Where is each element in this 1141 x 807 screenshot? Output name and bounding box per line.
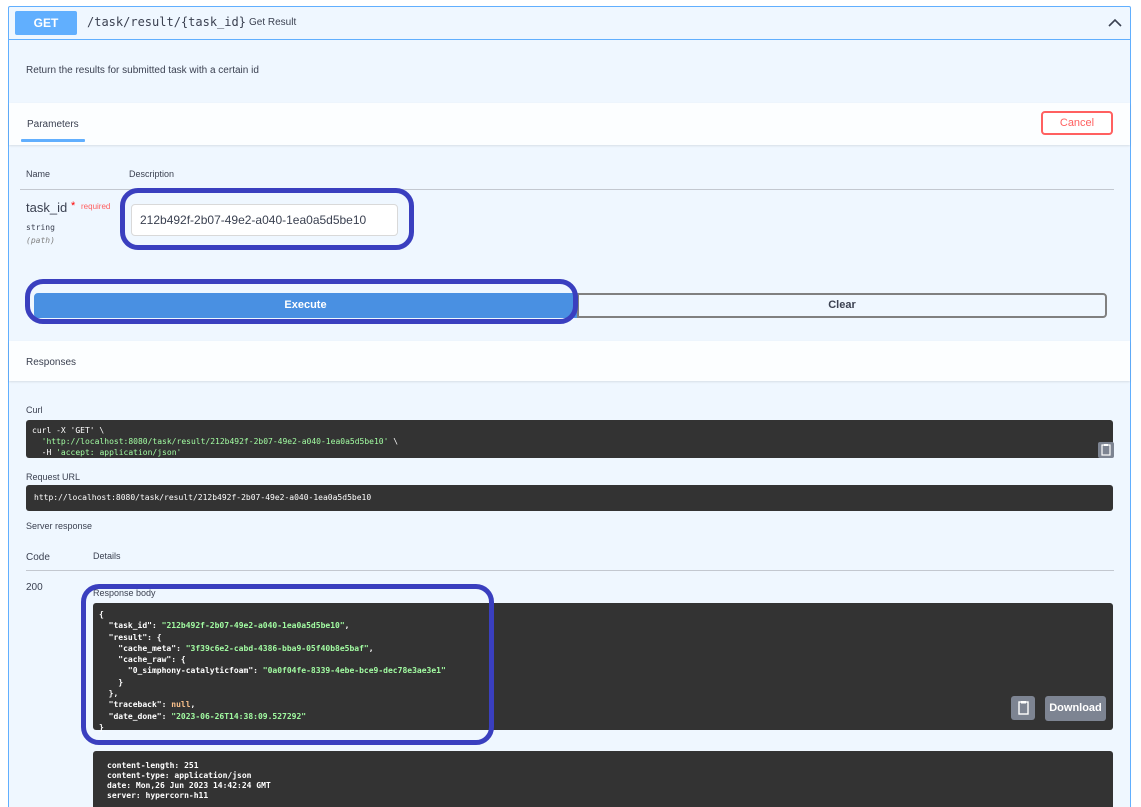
curl-header-token: 'accept: application/json' [56, 448, 182, 457]
body-cache-raw-key: 0_simphony-catalyticfoam [132, 666, 249, 676]
column-header-name: Name [26, 169, 51, 179]
execute-button[interactable]: Execute [34, 293, 577, 318]
body-date-done: "2023-06-26T14:38:09.527292" [171, 711, 307, 721]
details-column-header: Details [93, 551, 121, 561]
param-name: task_id [26, 200, 68, 215]
divider [20, 189, 1114, 190]
divider [26, 570, 1114, 571]
responses-header: Responses [9, 341, 1130, 381]
parameters-header: Parameters Cancel [9, 103, 1130, 145]
curl-url-token: 'http://localhost:8080/task/result/212b4… [41, 437, 389, 446]
operation-block: GET /task/result/{task_id} Get Result Re… [8, 6, 1131, 807]
curl-line: -H 'accept: application/json' [32, 448, 182, 457]
operation-description: Return the results for submitted task wi… [26, 65, 259, 76]
copy-icon[interactable] [1011, 696, 1035, 720]
operation-summary[interactable]: GET /task/result/{task_id} Get Result [9, 7, 1130, 40]
task-id-input[interactable] [131, 204, 398, 236]
header-line: server: hypercorn-h11 [107, 791, 209, 800]
tab-underline [21, 139, 85, 142]
header-line: date: Mon,26 Jun 2023 14:42:24 GMT [107, 781, 271, 790]
body-cache-raw-value: "0a0f04fe-8339-4ebe-bce9-dec78e3ae3e1" [262, 666, 446, 676]
curl-line: 'http://localhost:8080/task/result/212b4… [41, 437, 399, 446]
body-traceback: null [171, 700, 191, 710]
param-location: (path) [26, 236, 55, 245]
request-url-block: http://localhost:8080/task/result/212b49… [26, 485, 1113, 511]
chevron-up-icon[interactable] [1106, 14, 1124, 32]
curl-line: curl -X 'GET' \ [32, 426, 105, 435]
clear-button[interactable]: Clear [577, 293, 1107, 318]
method-badge: GET [15, 11, 77, 35]
column-header-description: Description [129, 169, 175, 179]
operation-summary-text: Get Result [249, 17, 297, 28]
operation-path: /task/result/{task_id} [87, 15, 246, 29]
response-body-block: { "task_id": "212b492f-2b07-49e2-a040-1e… [93, 603, 1113, 732]
tab-parameters[interactable]: Parameters [27, 119, 79, 130]
status-code: 200 [26, 582, 43, 593]
required-label: required [81, 202, 111, 211]
header-line: content-type: application/json [107, 771, 252, 780]
code-column-header: Code [26, 552, 50, 563]
required-star: * [71, 200, 76, 212]
param-type: string [26, 223, 55, 232]
download-button[interactable]: Download [1045, 696, 1106, 721]
curl-label: Curl [26, 405, 43, 415]
response-headers-block: content-length: 251 content-type: applica… [93, 751, 1113, 807]
copy-icon[interactable] [1098, 442, 1114, 458]
server-response-label: Server response [26, 521, 93, 531]
body-task-id: "212b492f-2b07-49e2-a040-1ea0a5d5be10" [161, 621, 345, 631]
request-url-label: Request URL [26, 472, 81, 482]
header-line: content-length: 251 [107, 761, 199, 770]
cancel-button[interactable]: Cancel [1041, 111, 1113, 135]
body-cache-meta: "3f39c6e2-cabd-4386-bba9-05f40b8e5baf" [185, 643, 369, 653]
responses-title: Responses [26, 357, 77, 368]
response-body-label: Response body [93, 588, 156, 598]
curl-block: curl -X 'GET' \ 'http://localhost:8080/t… [26, 420, 1114, 458]
